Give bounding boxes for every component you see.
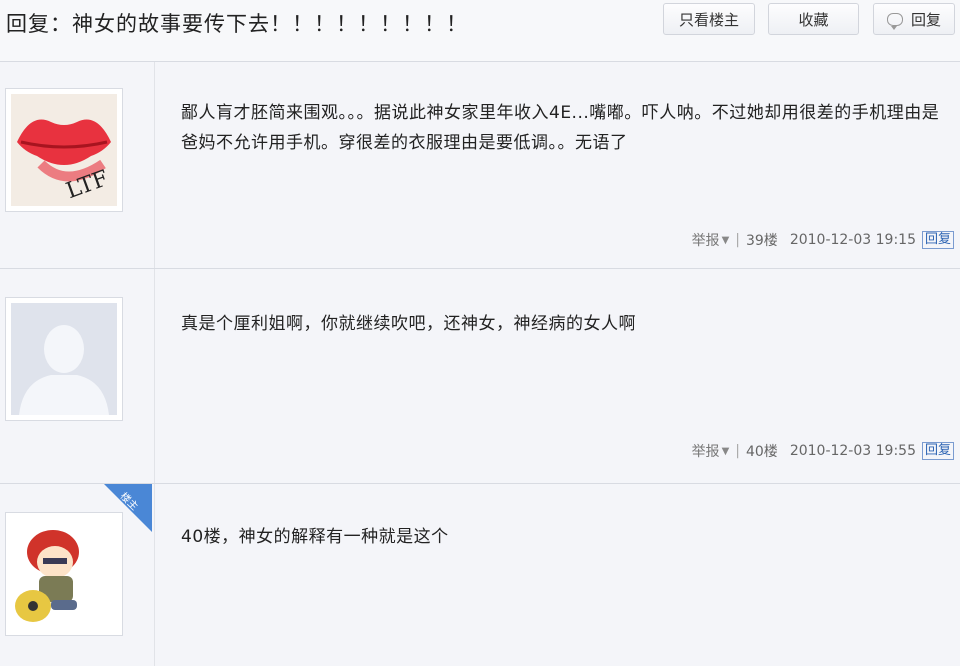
chevron-down-icon[interactable]: ▼ bbox=[722, 446, 730, 457]
favorite-button[interactable]: 收藏 bbox=[768, 3, 859, 35]
report-link[interactable]: 举报 bbox=[692, 230, 720, 250]
reply-button[interactable]: 回复 bbox=[873, 3, 955, 35]
post-footer: 举报 ▼ | 40楼 2010-12-03 19:55 回复 bbox=[692, 441, 954, 461]
post-sidebar: LTF bbox=[0, 62, 155, 268]
divider: | bbox=[735, 232, 740, 248]
post-sidebar: 楼主 bbox=[0, 484, 155, 666]
post-content: 鄙人肓才胚简来围观。。。据说此神女家里年收入4E...嘴嘟。吓人呐。不过她却用很… bbox=[181, 103, 940, 153]
avatar[interactable] bbox=[5, 512, 123, 636]
post-content: 40楼，神女的解释有一种就是这个 bbox=[181, 527, 449, 547]
post-40: 真是个厘利姐啊，你就继续吹吧，还神女，神经病的女人啊 举报 ▼ | 40楼 20… bbox=[0, 269, 960, 484]
post-reply-link[interactable]: 回复 bbox=[921, 442, 954, 460]
only-author-button[interactable]: 只看楼主 bbox=[663, 3, 755, 35]
thread-header: 回复：神女的故事要传下去！！！！！！！！！ 只看楼主 收藏 回复 bbox=[0, 0, 960, 62]
lips-icon: LTF bbox=[11, 94, 117, 206]
thread-title: 回复：神女的故事要传下去！！！！！！！！！ bbox=[6, 12, 468, 36]
default-user-icon bbox=[11, 303, 117, 415]
avatar[interactable]: LTF bbox=[5, 88, 123, 212]
report-link[interactable]: 举报 bbox=[692, 441, 720, 461]
floor-number: 39楼 bbox=[745, 233, 778, 249]
chevron-down-icon[interactable]: ▼ bbox=[722, 235, 730, 246]
post-41: 楼主 40楼，神女的解释有一种就是这个 bbox=[0, 484, 960, 666]
comment-bubble-icon bbox=[886, 12, 903, 30]
post-sidebar bbox=[0, 269, 155, 483]
floor-number: 40楼 bbox=[745, 444, 778, 460]
post-39: LTF 鄙人肓才胚简来围观。。。据说此神女家里年收入4E...嘴嘟。吓人呐。不过… bbox=[0, 62, 960, 269]
post-time: 2010-12-03 19:15 bbox=[789, 232, 916, 248]
divider: | bbox=[735, 443, 740, 459]
post-time: 2010-12-03 19:55 bbox=[789, 443, 916, 459]
cartoon-boy-icon bbox=[11, 518, 117, 630]
post-content: 真是个厘利姐啊，你就继续吹吧，还神女，神经病的女人啊 bbox=[181, 314, 636, 334]
post-reply-link[interactable]: 回复 bbox=[921, 231, 954, 249]
reply-button-label: 回复 bbox=[910, 10, 941, 29]
post-footer: 举报 ▼ | 39楼 2010-12-03 19:15 回复 bbox=[692, 230, 954, 250]
avatar[interactable] bbox=[5, 297, 123, 421]
